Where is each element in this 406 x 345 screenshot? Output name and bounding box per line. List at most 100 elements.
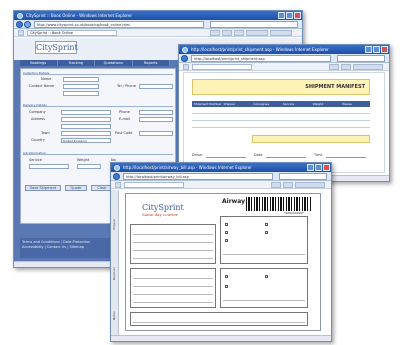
browser-toolbar [111, 181, 331, 189]
search-box[interactable] [210, 21, 298, 28]
checkbox[interactable] [265, 223, 268, 226]
browser-tab[interactable]: CitySprint :: Book Online [27, 30, 117, 36]
manifest-total-row [252, 135, 370, 143]
page-menu[interactable] [353, 64, 383, 70]
reference-field[interactable] [63, 91, 99, 96]
airway-bill-window-titlebar[interactable]: http://localhost/print/airway_bill.asp -… [111, 163, 331, 172]
home-icon[interactable] [210, 30, 220, 36]
page-menu[interactable] [246, 30, 268, 36]
job-section-heading: Job Information [23, 151, 173, 155]
minimize-button[interactable] [307, 164, 314, 171]
town-field[interactable] [61, 131, 111, 136]
side-tab-shipper[interactable]: Shipper [112, 218, 116, 230]
favorites-star-icon[interactable] [183, 64, 189, 70]
feeds-icon[interactable] [222, 30, 232, 36]
maximize-button[interactable] [286, 12, 293, 19]
back-arrow-icon[interactable] [181, 55, 188, 62]
time-label: Time [314, 153, 323, 157]
name-field[interactable] [63, 77, 99, 82]
checkbox[interactable] [265, 275, 268, 278]
close-button[interactable] [323, 164, 330, 171]
print-icon[interactable] [234, 30, 244, 36]
home-icon[interactable] [329, 64, 339, 70]
url-field[interactable]: http://localhost/print/airway_bill.asp [123, 173, 273, 180]
minimize-button[interactable] [365, 46, 372, 53]
collection-section-heading: Collection Details [23, 71, 173, 75]
driver-label: Driver [192, 153, 203, 157]
address-bar: http://www.citysprint.co.uk/booking/book… [14, 20, 302, 29]
page-menu[interactable] [295, 182, 325, 188]
back-arrow-icon[interactable] [113, 173, 120, 180]
minimize-button[interactable] [278, 12, 285, 19]
contact-field[interactable] [63, 84, 99, 89]
favorites-star-icon[interactable] [18, 30, 24, 36]
company-label: Company [29, 110, 46, 114]
side-tab-receiver[interactable]: Receiver [112, 267, 116, 280]
back-arrow-icon[interactable] [16, 21, 23, 28]
logo-tagline: Same day courier [142, 212, 178, 217]
manifest-window-title: http://localhost/print/print_shipment.as… [191, 47, 329, 52]
phone-field[interactable] [139, 110, 173, 115]
tel-label: Tel / Phone [117, 84, 136, 88]
checkbox[interactable] [225, 275, 228, 278]
checkbox[interactable] [225, 223, 228, 226]
charges-box [220, 268, 308, 308]
checkbox[interactable] [225, 231, 228, 234]
browser-tab[interactable] [124, 182, 184, 188]
print-icon[interactable] [341, 64, 351, 70]
browser-tab[interactable] [192, 64, 252, 70]
print-icon[interactable] [283, 182, 293, 188]
shipper-lines [133, 227, 213, 261]
tools-menu[interactable] [270, 30, 292, 36]
close-button[interactable] [294, 12, 301, 19]
column-header: Shipper [223, 102, 236, 106]
home-icon[interactable] [271, 182, 281, 188]
column-header: Shipment Number [194, 102, 222, 106]
menu-item-tracking[interactable]: Tracking [58, 60, 95, 66]
manifest-document: SHIPMENT MANIFEST Shipment Number Shippe… [183, 72, 385, 173]
address-line-2-field[interactable] [61, 124, 111, 129]
close-button[interactable] [381, 46, 388, 53]
side-tab-notes[interactable]: Notes [112, 311, 116, 320]
search-box[interactable] [279, 173, 327, 180]
menu-item-reports[interactable]: Reports [133, 60, 170, 66]
forward-arrow-icon[interactable] [24, 21, 31, 28]
tel-field[interactable] [139, 84, 173, 89]
airway-bill-window: http://localhost/print/airway_bill.asp -… [110, 162, 332, 342]
manifest-window-titlebar[interactable]: http://localhost/print/print_shipment.as… [179, 45, 389, 54]
booking-window-titlebar[interactable]: CitySprint :: Book Online - Windows Inte… [14, 11, 302, 20]
browser-icon [182, 47, 188, 53]
service-lines [223, 247, 305, 261]
address-field[interactable] [61, 117, 111, 122]
url-field[interactable]: http://www.citysprint.co.uk/booking/book… [34, 21, 204, 28]
favorites-star-icon[interactable] [115, 182, 121, 188]
save-shipment-button[interactable]: Save Shipment [25, 185, 61, 191]
menu-item-quotations[interactable]: Quotations [95, 60, 133, 66]
maximize-button[interactable] [373, 46, 380, 53]
maximize-button[interactable] [315, 164, 322, 171]
browser-icon [114, 165, 120, 171]
checkbox[interactable] [225, 285, 228, 288]
receiver-box [130, 268, 216, 308]
quote-button[interactable]: Quote [65, 185, 87, 191]
checkbox[interactable] [265, 231, 268, 234]
weight-field[interactable] [77, 164, 101, 169]
country-label: Country [31, 138, 45, 142]
column-header: Consignee [253, 102, 270, 106]
column-header: Weight [312, 102, 324, 106]
signature-line [326, 157, 366, 158]
checkbox[interactable] [225, 239, 228, 242]
postcode-field[interactable] [139, 131, 173, 136]
service-select[interactable] [29, 164, 69, 169]
company-field[interactable] [61, 110, 111, 115]
url-field[interactable]: http://localhost/print/print_shipment.as… [191, 55, 331, 62]
search-box[interactable] [337, 55, 385, 62]
citysprint-logo: CitySprint Same day courier [142, 203, 184, 217]
browser-toolbar: CitySprint :: Book Online [14, 29, 302, 37]
email-field[interactable] [139, 117, 173, 122]
country-select[interactable]: United Kingdom [61, 138, 111, 143]
side-panel: Shipper Receiver Notes [111, 190, 119, 335]
status-bar [111, 335, 331, 341]
menu-item-bookings[interactable]: Bookings [20, 60, 58, 66]
browser-toolbar [179, 63, 389, 71]
